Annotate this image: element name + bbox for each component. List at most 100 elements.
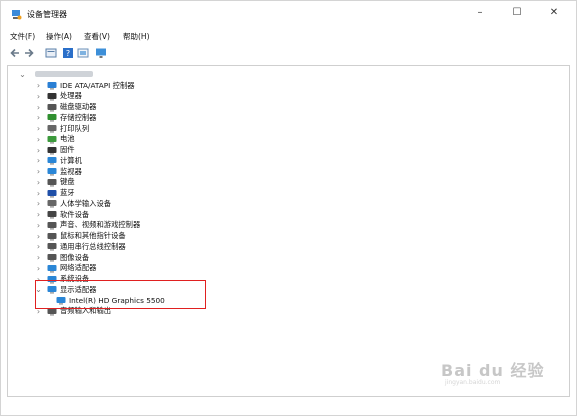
processor-icon	[47, 92, 57, 101]
chevron-right-icon[interactable]: ›	[34, 242, 43, 251]
device-manager-icon	[11, 9, 22, 20]
battery-icon	[47, 135, 57, 144]
monitor-icon[interactable]	[95, 47, 107, 59]
tree-node-label: 监视器	[60, 166, 82, 176]
hid-icon	[47, 199, 57, 208]
mouse-icon	[47, 232, 57, 241]
tree-node-label: 通用串行总线控制器	[60, 241, 126, 251]
tree-node-label: IDE ATA/ATAPI 控制器	[60, 80, 135, 90]
help-icon[interactable]: ?	[62, 47, 74, 59]
display-icon[interactable]	[77, 47, 89, 59]
chevron-down-icon[interactable]: ⌄	[18, 70, 27, 79]
tree-node-14[interactable]: › 鼠标和其他指针设备	[34, 231, 126, 242]
chevron-right-icon[interactable]: ›	[34, 178, 43, 187]
chevron-right-icon[interactable]: ›	[34, 210, 43, 219]
maximize-button[interactable]: ☐	[504, 5, 530, 21]
tree-node-label: 鼠标和其他指针设备	[60, 231, 126, 240]
chevron-right-icon[interactable]: ›	[34, 124, 43, 133]
tree-node-label: 网络适配器	[60, 263, 97, 273]
chevron-right-icon[interactable]: ›	[34, 221, 43, 230]
firmware-icon	[47, 146, 57, 155]
menu-bar: 文件(F) 操作(A) 查看(V) 帮助(H)	[1, 28, 576, 43]
tree-node-label: 计算机	[60, 155, 82, 165]
chevron-right-icon[interactable]: ›	[34, 113, 43, 122]
status-bar	[7, 397, 568, 409]
tree-node-2[interactable]: › 磁盘驱动器	[34, 102, 97, 113]
tree-node-label: 声音、视频和游戏控制器	[60, 220, 141, 230]
tree-node-10[interactable]: › 蓝牙	[34, 188, 75, 199]
computer-icon	[47, 156, 57, 165]
chevron-right-icon[interactable]: ›	[34, 199, 43, 208]
toolbar: ?	[1, 44, 576, 62]
tree-node-6[interactable]: › 固件	[34, 145, 75, 156]
chevron-right-icon[interactable]: ›	[34, 189, 43, 198]
tree-node-12[interactable]: › 软件设备	[34, 209, 89, 220]
chevron-right-icon[interactable]: ›	[34, 167, 43, 176]
back-icon[interactable]	[9, 47, 21, 59]
baidu-watermark: Bai du 经验 jingyan.baidu.com	[441, 351, 561, 391]
tree-node-label: 磁盘驱动器	[60, 102, 97, 111]
tree-node-label: 键盘	[60, 177, 75, 187]
tree-node-label: 处理器	[60, 91, 82, 101]
tree-node-label: 软件设备	[60, 209, 90, 219]
chevron-right-icon[interactable]: ›	[34, 103, 43, 112]
tree-root[interactable]: ⌄	[18, 69, 93, 79]
bluetooth-icon	[47, 189, 57, 198]
chevron-right-icon[interactable]: ›	[34, 92, 43, 101]
tree-node-label: 蓝牙	[60, 188, 75, 197]
keyboard-icon	[47, 178, 57, 187]
tree-node-16[interactable]: › 图像设备	[34, 252, 89, 263]
tree-node-5[interactable]: › 电池	[34, 134, 75, 145]
chevron-right-icon[interactable]: ›	[34, 146, 43, 155]
chevron-right-icon[interactable]: ›	[34, 156, 43, 165]
forward-icon[interactable]	[23, 47, 35, 59]
menu-help[interactable]: 帮助(H)	[123, 31, 150, 42]
tree-node-1[interactable]: › 处理器	[34, 91, 82, 102]
tree-node-15[interactable]: › 通用串行总线控制器	[34, 241, 126, 252]
camera-icon	[47, 253, 57, 262]
menu-action[interactable]: 操作(A)	[46, 31, 72, 42]
tree-node-label: 打印队列	[60, 123, 90, 133]
disk-drive-icon	[47, 103, 57, 112]
watermark-url: jingyan.baidu.com	[445, 379, 501, 386]
tree-node-13[interactable]: › 声音、视频和游戏控制器	[34, 220, 140, 231]
tree-node-3[interactable]: › 存储控制器	[34, 112, 97, 123]
window-title: 设备管理器	[27, 10, 67, 19]
tree-node-11[interactable]: › 人体学输入设备	[34, 198, 111, 209]
svg-text:?: ?	[66, 49, 70, 58]
minimize-button[interactable]: –	[467, 5, 493, 21]
tree-node-label: 人体学输入设备	[60, 198, 112, 208]
properties-icon[interactable]	[45, 47, 57, 59]
device-tree[interactable]: ⌄ › IDE ATA/ATAPI 控制器 › 处理器 › 磁盘驱动器 › 存储控制器 › 打印队…	[7, 65, 570, 397]
monitor-icon	[47, 167, 57, 176]
menu-view[interactable]: 查看(V)	[84, 31, 110, 42]
device-manager-window: 设备管理器 – ☐ ✕ 文件(F) 操作(A) 查看(V) 帮助(H) ? ⌄	[0, 0, 577, 416]
tree-node-label: 图像设备	[60, 252, 90, 262]
chevron-right-icon[interactable]: ›	[34, 81, 43, 90]
ide-controller-icon	[47, 81, 57, 90]
tree-node-7[interactable]: › 计算机	[34, 155, 82, 166]
tree-node-17[interactable]: › 网络适配器	[34, 263, 97, 274]
title-bar[interactable]: 设备管理器 – ☐ ✕	[1, 1, 576, 27]
chevron-right-icon[interactable]: ›	[34, 232, 43, 241]
tree-node-label: 电池	[60, 134, 75, 144]
chevron-right-icon[interactable]: ›	[34, 253, 43, 262]
chevron-right-icon[interactable]: ›	[34, 135, 43, 144]
network-adapter-icon	[47, 264, 57, 273]
tree-node-4[interactable]: › 打印队列	[34, 123, 89, 134]
computer-name-redacted	[35, 71, 93, 77]
highlight-box	[35, 280, 206, 309]
usb-icon	[47, 242, 57, 251]
printer-icon	[47, 124, 57, 133]
menu-file[interactable]: 文件(F)	[10, 31, 35, 42]
tree-node-label: 固件	[60, 145, 75, 154]
software-device-icon	[47, 210, 57, 219]
storage-controller-icon	[47, 113, 57, 122]
tree-node-9[interactable]: › 键盘	[34, 177, 75, 188]
watermark-logo: Bai du 经验	[441, 361, 545, 380]
tree-node-8[interactable]: › 监视器	[34, 166, 82, 177]
close-button[interactable]: ✕	[541, 5, 567, 21]
tree-node-label: 存储控制器	[60, 112, 97, 122]
tree-node-0[interactable]: › IDE ATA/ATAPI 控制器	[34, 80, 135, 91]
chevron-right-icon[interactable]: ›	[34, 264, 43, 273]
